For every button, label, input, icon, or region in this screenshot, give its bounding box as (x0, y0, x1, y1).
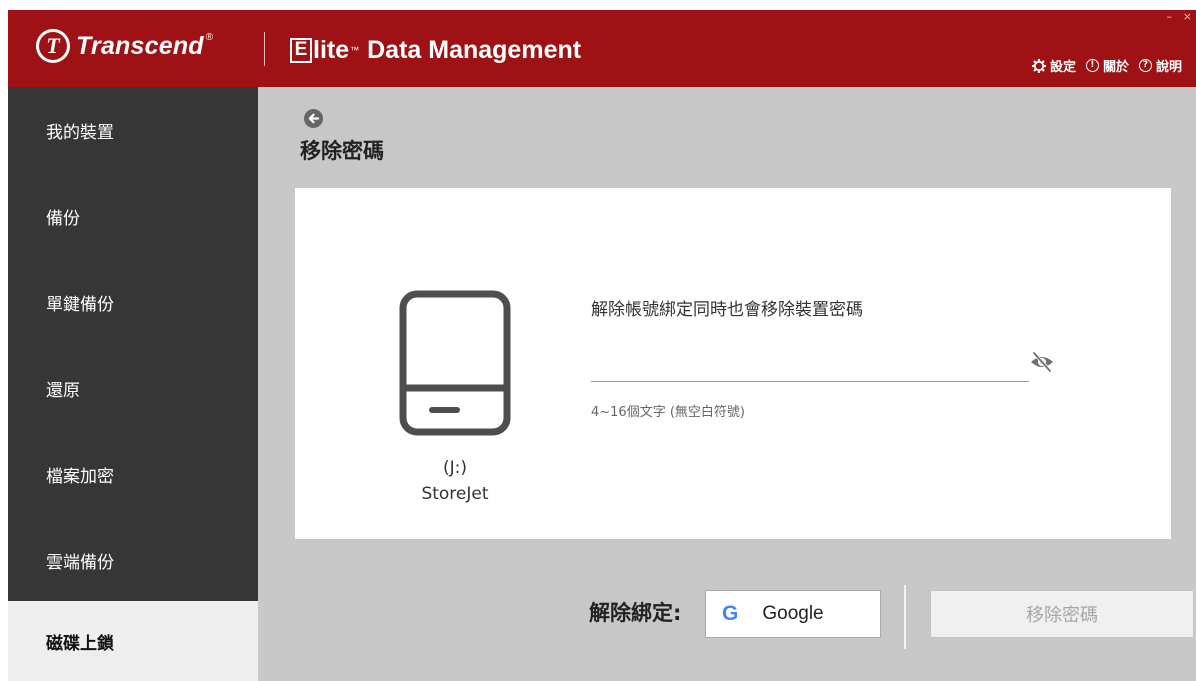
app-title: Elite ™ Data Management (290, 30, 581, 70)
back-button[interactable] (304, 109, 323, 128)
settings-menu-item[interactable]: 設定 (1031, 56, 1076, 75)
google-unbind-button[interactable]: G Google (705, 590, 881, 638)
sidebar-item-my-devices[interactable]: 我的裝置 (8, 87, 258, 173)
sidebar-item-file-encryption[interactable]: 檔案加密 (8, 431, 258, 517)
sidebar-item-label: 磁碟上鎖 (46, 633, 114, 654)
sidebar: 我的裝置 備份 單鍵備份 還原 檔案加密 雲端備份 磁碟上鎖 (8, 87, 258, 681)
minimize-button[interactable]: – (1167, 10, 1173, 23)
help-icon: ? (1138, 59, 1152, 72)
drive-letter: (J:) (442, 458, 467, 478)
close-button[interactable]: × (1183, 10, 1192, 23)
google-button-label: Google (762, 603, 824, 624)
transcend-logo: T Transcend ® (36, 26, 213, 66)
main-panel: 移除密碼 (J:) StoreJet 解除帳號綁定同時也會移除裝置密碼 4~16… (258, 87, 1196, 681)
gear-icon (1031, 58, 1046, 73)
info-icon: ! (1085, 59, 1099, 72)
title-bar: T Transcend ® Elite ™ Data Management – × (8, 10, 1196, 87)
content-card: (J:) StoreJet 解除帳號綁定同時也會移除裝置密碼 4~16個文字 (… (295, 188, 1171, 539)
help-label: 說明 (1155, 60, 1182, 75)
sidebar-item-label: 還原 (46, 380, 80, 401)
sidebar-item-label: 雲端備份 (46, 552, 114, 573)
transcend-logo-mark: T (36, 29, 70, 63)
top-menu: 設定 ! 關於 ? 說明 (1031, 56, 1182, 75)
arrow-left-icon (308, 113, 320, 124)
window-top-strip (0, 0, 1196, 10)
header-divider (264, 32, 265, 66)
brand-name: Transcend ® (76, 31, 214, 60)
unbind-label: 解除綁定: (589, 601, 682, 625)
about-label: 關於 (1102, 60, 1129, 75)
sidebar-item-backup[interactable]: 備份 (8, 173, 258, 259)
drive-name: StoreJet (421, 484, 489, 504)
sidebar-item-disk-lock[interactable]: 磁碟上鎖 (8, 601, 258, 681)
elite-e-mark: E (290, 37, 312, 63)
settings-label: 設定 (1049, 60, 1076, 75)
sidebar-item-restore[interactable]: 還原 (8, 345, 258, 431)
password-field[interactable] (591, 350, 1029, 382)
sidebar-item-cloud-backup[interactable]: 雲端備份 (8, 517, 258, 603)
remove-password-label: 移除密碼 (1026, 605, 1098, 626)
sidebar-item-onetouch-backup[interactable]: 單鍵備份 (8, 259, 258, 345)
eye-slash-icon[interactable] (1029, 351, 1055, 373)
about-menu-item[interactable]: ! 關於 (1085, 56, 1129, 75)
sidebar-item-label: 我的裝置 (46, 122, 114, 143)
instruction-text: 解除帳號綁定同時也會移除裝置密碼 (591, 300, 863, 320)
button-separator (904, 585, 906, 649)
password-hint: 4~16個文字 (無空白符號) (591, 405, 745, 420)
sidebar-item-label: 備份 (46, 208, 80, 229)
help-menu-item[interactable]: ? 說明 (1138, 56, 1182, 75)
page-title: 移除密碼 (300, 139, 384, 163)
sidebar-item-label: 單鍵備份 (46, 294, 114, 315)
sidebar-item-label: 檔案加密 (46, 466, 114, 487)
external-drive-icon (399, 290, 511, 436)
google-icon: G (722, 602, 739, 625)
remove-password-button[interactable]: 移除密碼 (930, 590, 1194, 638)
